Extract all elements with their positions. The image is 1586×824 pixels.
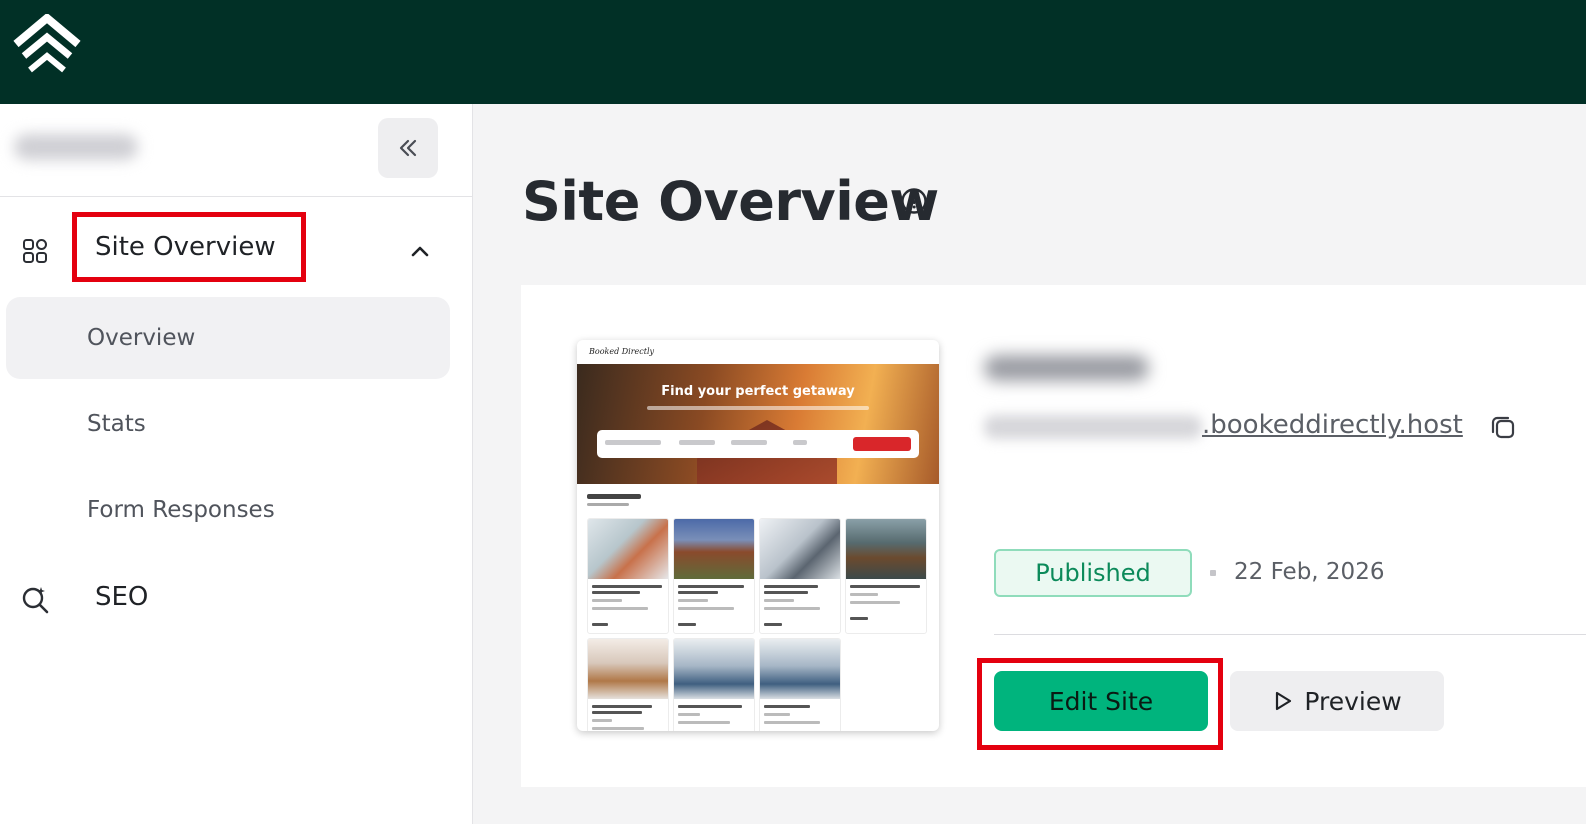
sidebar-item-seo-label: SEO [95, 582, 149, 612]
edit-site-button[interactable]: Edit Site [994, 671, 1208, 731]
play-icon [1276, 691, 1292, 711]
page-title: Site Overview [522, 170, 939, 233]
copy-icon[interactable] [1490, 414, 1516, 440]
thumbnail-property-card [587, 638, 669, 731]
preview-button[interactable]: Preview [1230, 671, 1444, 731]
thumbnail-explore-subheading [587, 503, 629, 506]
published-date: 22 Feb, 2026 [1234, 559, 1385, 585]
thumbnail-property-card [845, 518, 927, 634]
site-url-link[interactable]: .bookeddirectly.host [1202, 410, 1463, 440]
thumbnail-brand: Booked Directly [589, 347, 655, 356]
thumbnail-property-card [759, 638, 841, 731]
separator-dot [1210, 570, 1216, 576]
thumbnail-hero-subtitle [647, 406, 869, 410]
sidebar: Site Overview Overview Stats Form Respon… [0, 104, 473, 824]
preview-label: Preview [1304, 686, 1402, 716]
top-bar [0, 0, 1586, 104]
site-url-redacted-prefix [984, 415, 1202, 439]
double-chevron-left-icon [399, 139, 417, 157]
sidebar-section-title-highlight: Site Overview [72, 212, 306, 282]
sidebar-divider [0, 196, 472, 197]
thumbnail-property-card [673, 638, 755, 731]
thumbnail-property-card [587, 518, 669, 634]
thumbnail-property-card [759, 518, 841, 634]
site-preview-thumbnail[interactable]: Booked Directly Find your perfect getawa… [577, 340, 939, 731]
chevron-up-icon[interactable] [408, 240, 432, 264]
thumbnail-hero-title: Find your perfect getaway [661, 384, 855, 399]
logo-icon[interactable] [10, 14, 84, 78]
thumbnail-search-bar [597, 430, 919, 458]
site-name-redacted [984, 355, 1149, 381]
sidebar-item-stats[interactable]: Stats [6, 383, 450, 465]
help-icon[interactable] [900, 187, 928, 215]
seo-search-sparkle-icon [22, 587, 49, 614]
thumbnail-hero-image: Find your perfect getaway [577, 364, 939, 484]
thumbnail-property-card [673, 518, 755, 634]
thumbnail-explore-heading [587, 494, 641, 499]
status-badge: Published [994, 549, 1192, 597]
sidebar-item-form-responses[interactable]: Form Responses [6, 469, 450, 551]
thumbnail-search-button [853, 437, 911, 451]
collapse-sidebar-button[interactable] [378, 118, 438, 178]
dashboard-grid-icon [23, 239, 47, 263]
sidebar-item-seo[interactable]: SEO [0, 556, 472, 636]
card-divider [994, 634, 1586, 635]
site-card: Booked Directly Find your perfect getawa… [521, 285, 1586, 787]
sidebar-section-title: Site Overview [95, 232, 276, 262]
sidebar-item-overview[interactable]: Overview [6, 297, 450, 379]
edit-site-label: Edit Site [1048, 686, 1154, 716]
sidebar-section-site-overview[interactable]: Site Overview [0, 212, 472, 290]
organization-name-redacted [14, 134, 138, 160]
